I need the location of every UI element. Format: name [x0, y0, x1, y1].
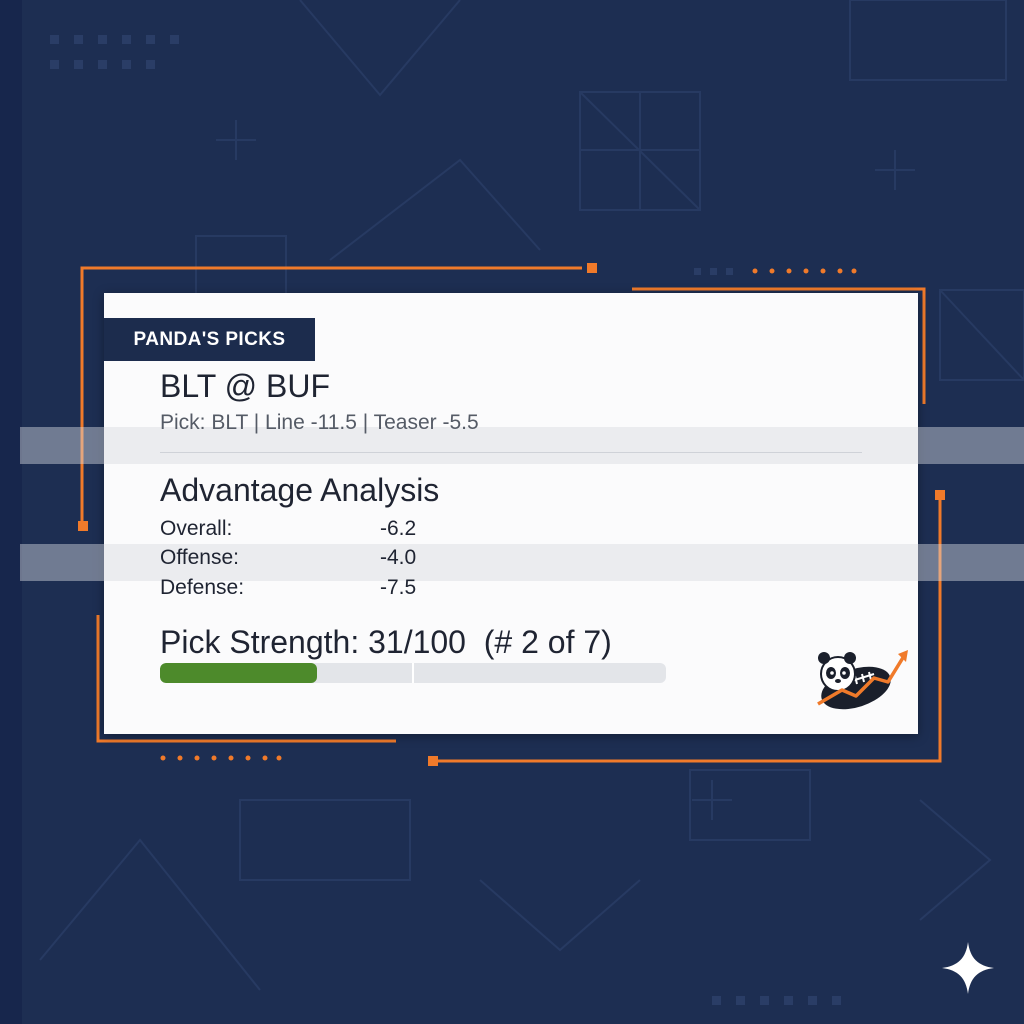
divider [160, 452, 862, 453]
pick-details: Pick: BLT | Line -11.5 | Teaser -5.5 [160, 411, 479, 434]
metric-label-defense: Defense: [160, 576, 245, 599]
brand-tag: PANDA'S PICKS [104, 318, 315, 361]
metric-value-defense: -7.5 [380, 576, 417, 599]
metric-value-offense: -4.0 [380, 546, 417, 569]
pick-strength-bar [160, 663, 666, 683]
matchup-title: BLT @ BUF [160, 368, 330, 404]
graphic-canvas: PANDA'S PICKS BLT @ BUF Pick: BLT | Line… [0, 0, 1024, 1024]
panda-football-logo-icon [817, 650, 908, 710]
sparkle-icon [942, 942, 994, 994]
analysis-title: Advantage Analysis [160, 472, 440, 508]
metric-label-overall: Overall: [160, 517, 233, 540]
pick-strength-midpoint [412, 663, 414, 683]
pick-strength-fill [160, 663, 317, 683]
pick-strength-text: Pick Strength: 31/100 (# 2 of 7) [160, 624, 612, 660]
metric-label-offense: Offense: [160, 546, 239, 569]
metric-value-overall: -6.2 [380, 517, 417, 540]
